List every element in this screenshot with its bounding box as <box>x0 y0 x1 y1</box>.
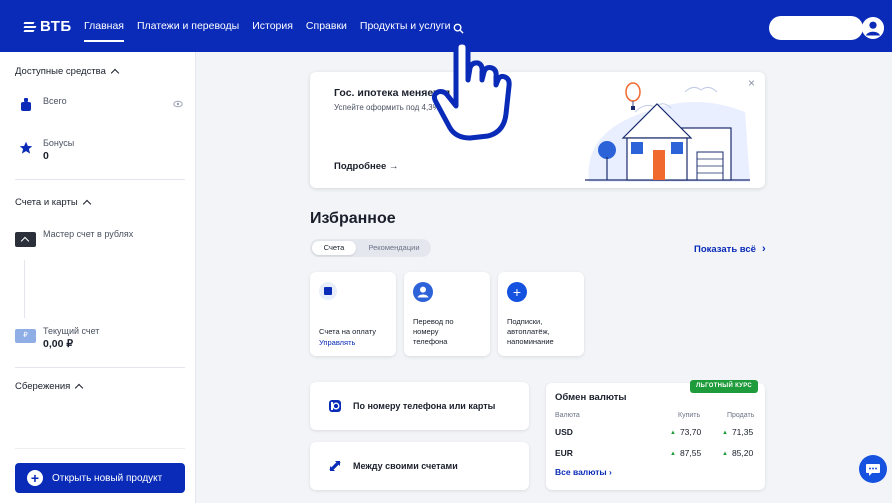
buy-rate: 73,70 <box>670 427 701 437</box>
banner-more-link[interactable]: Подробнее → <box>334 161 398 172</box>
star-icon <box>19 141 33 154</box>
tile-invoices[interactable]: Счета на оплату Управлять <box>310 272 396 356</box>
chevron-up-icon <box>110 68 120 78</box>
favorites-title: Избранное <box>310 210 396 227</box>
current-account-balance: 0,00 ₽ <box>43 338 74 350</box>
currency-code: USD <box>555 427 573 437</box>
favorites-tabs: Счета Рекомендации <box>310 239 431 257</box>
sidebar: Доступные средства Всего Бонусы 0 Счета … <box>0 52 196 503</box>
nav-item-statements[interactable]: Справки <box>306 0 347 52</box>
ruble-card-icon: ₽ <box>15 329 36 343</box>
plus-icon: + <box>27 470 43 486</box>
chevron-up-icon <box>82 199 91 209</box>
available-funds-header[interactable]: Доступные средства <box>15 66 120 78</box>
chevron-right-icon: › <box>761 243 766 255</box>
open-new-product-label: Открыть новый продукт <box>52 472 163 484</box>
column-buy: Купить <box>678 412 701 419</box>
currency-exchange-card: ЛЬГОТНЫЙ КУРС Обмен валюты Валюта Купить… <box>546 380 765 490</box>
savings-header[interactable]: Сбережения <box>15 381 84 393</box>
accounts-cards-title: Счета и карты <box>15 197 78 208</box>
bonus-label: Бонусы <box>43 138 75 148</box>
accounts-tree-line <box>24 260 25 318</box>
sell-rate: 71,35 <box>722 427 753 437</box>
chevron-right-icon: › <box>609 467 612 477</box>
phone-transfer-icon <box>329 400 341 412</box>
banner-subtitle: Успейте оформить под 4,3% <box>334 103 440 112</box>
currency-title: Обмен валюты <box>555 392 627 403</box>
person-icon <box>413 282 433 302</box>
savings-title: Сбережения <box>15 381 71 392</box>
user-avatar-icon[interactable] <box>862 17 884 39</box>
tile-subscriptions[interactable]: + Подписки, автоплатёж, напоминание <box>498 272 584 356</box>
tile-subscriptions-label: Подписки, автоплатёж, напоминание <box>507 317 554 346</box>
logo-stripes-icon <box>23 21 37 32</box>
bonus-value: 0 <box>43 150 49 162</box>
tile-invoices-label: Счета на оплату <box>319 327 377 336</box>
plus-icon: + <box>507 282 527 302</box>
accounts-cards-header[interactable]: Счета и карты <box>15 197 91 209</box>
transfer-between-accounts[interactable]: Между своими счетами <box>310 442 529 490</box>
transfer-between-accounts-label: Между своими счетами <box>353 461 458 471</box>
nav-item-history[interactable]: История <box>252 0 293 52</box>
column-currency: Валюта <box>555 412 580 419</box>
sell-rate: 85,20 <box>722 448 753 458</box>
divider <box>15 448 185 449</box>
eye-icon[interactable] <box>173 100 183 108</box>
search-icon[interactable] <box>453 23 464 34</box>
master-account-card-icon <box>15 232 36 247</box>
show-all-link[interactable]: Показать всё › <box>694 243 766 255</box>
open-new-product-button[interactable]: + Открыть новый продукт <box>15 463 185 493</box>
vtb-logo[interactable]: ВТБ <box>23 18 72 35</box>
main-nav: Главная Платежи и переводы История Справ… <box>84 0 451 52</box>
total-label: Всего <box>43 96 67 106</box>
nav-item-home[interactable]: Главная <box>84 0 124 52</box>
available-funds-title: Доступные средства <box>15 66 106 77</box>
tile-phone-transfer-label: Перевод по номеру телефона <box>413 317 454 346</box>
chat-support-button[interactable] <box>859 455 887 483</box>
current-account-label[interactable]: Текущий счет <box>43 326 99 336</box>
tab-recommendations[interactable]: Рекомендации <box>360 241 428 255</box>
nav-item-payments[interactable]: Платежи и переводы <box>137 0 239 52</box>
user-name-pill[interactable] <box>769 16 863 40</box>
transfer-by-phone-card[interactable]: По номеру телефона или карты <box>310 382 529 430</box>
divider <box>15 367 185 368</box>
buy-rate: 87,55 <box>670 448 701 458</box>
all-currencies-link[interactable]: Все валюты › <box>555 467 612 477</box>
master-account-label[interactable]: Мастер счет в рублях <box>43 229 133 239</box>
swap-arrows-icon <box>329 461 341 471</box>
transfer-by-phone-label: По номеру телефона или карты <box>353 401 496 411</box>
hand-pointer-cursor-icon <box>431 40 512 141</box>
wallet-bag-icon <box>21 98 31 111</box>
chat-bubble-icon <box>866 464 880 476</box>
tile-invoices-manage-link[interactable]: Управлять <box>319 338 355 347</box>
house-illustration <box>585 82 750 182</box>
tile-phone-transfer[interactable]: Перевод по номеру телефона <box>404 272 490 356</box>
tab-accounts[interactable]: Счета <box>312 241 356 255</box>
divider <box>15 179 185 180</box>
arrow-right-icon: → <box>388 161 399 172</box>
mortgage-promo-banner[interactable]: Гос. ипотека меняется Успейте оформить п… <box>310 72 765 188</box>
currency-code: EUR <box>555 448 573 458</box>
column-sell: Продать <box>727 412 755 419</box>
preferential-rate-badge: ЛЬГОТНЫЙ КУРС <box>690 380 758 393</box>
chevron-up-icon <box>75 383 84 393</box>
logo-text: ВТБ <box>40 18 72 35</box>
invoice-icon <box>319 282 337 300</box>
